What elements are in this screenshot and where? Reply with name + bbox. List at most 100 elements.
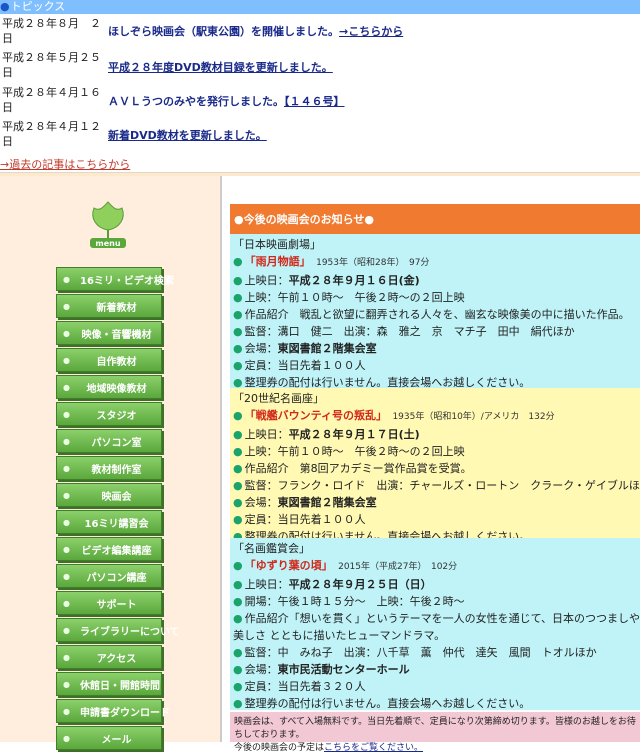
nav-button-label: 16ミリ・ビデオ検索 <box>79 275 174 287</box>
news-date: 平成２８年５月２５日 <box>2 51 101 79</box>
nav-button-label: スタジオ <box>96 410 137 422</box>
nav-button-label: 新着教材 <box>96 302 137 314</box>
date-label: 上映日： <box>244 578 289 591</box>
bullet-icon: ● <box>364 212 374 226</box>
info-line: 上映：午前１０時～ 午後２時～の２回上映 <box>244 445 465 458</box>
bullet-icon: ● <box>63 625 70 635</box>
ginkgo-leaf-icon: menu <box>90 201 126 248</box>
bullet-icon: ● <box>233 274 243 287</box>
info-line: 監督：中 みね子 出演：八千草 薫 仲代 達矢 風間 トオルほか <box>244 646 597 659</box>
nav-button[interactable]: ● 映画会 <box>56 483 162 507</box>
news-title[interactable]: 新着DVD教材を更新しました。 <box>108 129 267 142</box>
news-title: ＡＶＬうつのみやを発行しました。 <box>108 95 284 108</box>
capacity: 定員：当日先着３２０人 <box>244 680 366 693</box>
venue: 東市民活動センターホール <box>277 663 410 676</box>
bullet-icon: ● <box>63 598 70 608</box>
nav-button-label: 映像・音響機材 <box>81 329 152 341</box>
screening-block: 「日本映画劇場」 ● 「雨月物語」 1953年（昭和28年） 97分 ● 上映日：平… <box>230 234 640 389</box>
bullet-icon: ● <box>233 496 243 509</box>
screening-date: 平成２８年９月１６日(金) <box>288 274 420 287</box>
bullet-icon: ● <box>233 428 243 441</box>
nav-button-label: アクセス <box>96 653 137 665</box>
film-meta: 1935年（昭和10年）/アメリカ 132分 <box>392 412 555 422</box>
nav-button[interactable]: ● パソコン室 <box>56 429 162 453</box>
nav-button[interactable]: ● ビデオ編集講座 <box>56 537 162 561</box>
venue: 東図書館２階集会室 <box>277 496 377 509</box>
menu-logo: menu <box>86 200 130 250</box>
nav-button[interactable]: ● 映像・音響機材 <box>56 321 162 345</box>
film-title: 「ゆずり葉の頃」 <box>244 559 328 572</box>
bullet-icon: ● <box>233 663 243 676</box>
bullet-icon: ● <box>233 409 243 422</box>
bullet-icon: ● <box>233 255 243 268</box>
bullet-icon: ● <box>63 409 70 419</box>
series-name: 「日本映画劇場」 <box>233 238 321 251</box>
bullet-icon: ● <box>233 291 243 304</box>
nav-button[interactable]: ● 16ミリ・ビデオ検索 <box>56 267 174 291</box>
bullet-icon: ● <box>63 274 70 284</box>
bullet-icon: ● <box>63 301 70 311</box>
screening-block: 「名画鑑賞会」 ● 「ゆずり葉の頃」 2015年（平成27年） 102分 ● 上映日… <box>230 538 640 710</box>
bullet-icon: ● <box>63 328 70 338</box>
news-title[interactable]: 平成２８年度DVD教材目録を更新しました。 <box>108 61 333 74</box>
bullet-icon: ● <box>63 679 70 689</box>
info-line: 作品紹介 第8回アカデミー賞作品賞を受賞。 <box>244 462 472 475</box>
bullet-icon: ● <box>233 578 243 591</box>
nav-button[interactable]: ● 地域映像教材 <box>56 375 162 399</box>
nav-button[interactable]: ● ライブラリーについて <box>56 618 180 642</box>
nav-button[interactable]: ● メール <box>56 726 162 750</box>
nav-button-label: メール <box>101 734 132 746</box>
nav-button[interactable]: ● 休館日・開館時間 <box>56 672 162 696</box>
schedule-link[interactable]: こちらをご覧ください。 <box>324 743 423 753</box>
nav-button-label: 教材制作室 <box>91 464 142 476</box>
ticket-info: 整理券の配付は行いません。直接会場へお越しください。 <box>244 697 531 710</box>
bullet-icon: ● <box>233 595 243 608</box>
bullet-icon: ● <box>0 0 10 13</box>
nav-button[interactable]: ● 教材制作室 <box>56 456 162 480</box>
nav-button[interactable]: ● スタジオ <box>56 402 162 426</box>
nav-button[interactable]: ● パソコン講座 <box>56 564 162 588</box>
news-date: 平成２８年４月１２日 <box>2 120 101 148</box>
bullet-icon: ● <box>233 359 243 372</box>
info-line: 監督：フランク・ロイド 出演：チャールズ・ロートン クラーク・ゲイブルほか <box>244 479 640 492</box>
nav-button-label: 16ミリ講習会 <box>84 518 149 530</box>
news-item: ＡＶＬうつのみやを発行しました。【１４６号】 <box>108 94 345 109</box>
bullet-icon: ● <box>233 479 243 492</box>
news-link[interactable]: 【１４６号】 <box>284 95 345 108</box>
film-title: 「戦艦バウンティ号の叛乱」 <box>244 409 382 422</box>
film-title: 「雨月物語」 <box>244 255 306 268</box>
nav-button[interactable]: ● 新着教材 <box>56 294 162 318</box>
info-line: 美しさ とともに描いたヒューマンドラマ。 <box>233 629 446 642</box>
bullet-icon: ● <box>233 342 243 355</box>
capacity: 定員：当日先着１００人 <box>244 359 366 372</box>
nav-button-label: 映画会 <box>101 491 132 503</box>
bullet-icon: ● <box>63 706 70 716</box>
bullet-icon: ● <box>233 325 243 338</box>
nav-button[interactable]: ● 16ミリ講習会 <box>56 510 162 534</box>
bullet-icon: ● <box>63 652 70 662</box>
news-item: 平成２８年度DVD教材目録を更新しました。 <box>108 60 333 75</box>
nav-button-label: パソコン室 <box>91 437 142 449</box>
info-line: 監督：溝口 健二 出演：森 雅之 京 マチ子 田中 絹代ほか <box>244 325 575 338</box>
series-name: 「20世紀名画座」 <box>233 392 324 405</box>
nav-button[interactable]: ● 申請書ダウンロード <box>56 699 170 723</box>
bullet-icon: ● <box>63 382 70 392</box>
info-line: 作品紹介 戦乱と欲望に翻弄される人々を、幽玄な映像美の中に描いた作品。 <box>244 308 630 321</box>
news-link[interactable]: →こちらから <box>339 25 403 38</box>
past-articles-link[interactable]: →過去の記事はこちらから <box>0 156 130 172</box>
capacity: 定員：当日先着１００人 <box>244 513 366 526</box>
series-name: 「名画鑑賞会」 <box>233 542 310 555</box>
main-content: ● 今後の映画会のお知らせ ● 「日本映画劇場」 ● 「雨月物語」 1953年（昭和2… <box>226 204 640 753</box>
nav-button-label: ライブラリーについて <box>79 626 180 638</box>
nav-button[interactable]: ● 自作教材 <box>56 348 162 372</box>
bullet-icon: ● <box>233 697 243 710</box>
bullet-icon: ● <box>233 559 243 572</box>
bullet-icon: ● <box>233 462 243 475</box>
news-date: 平成２８年４月１６日 <box>2 86 101 114</box>
nav-button[interactable]: ● アクセス <box>56 645 162 669</box>
info-line: 上映：午前１０時～ 午後２時～の２回上映 <box>244 291 465 304</box>
nav-button-label: 地域映像教材 <box>86 383 147 395</box>
nav-button[interactable]: ● サポート <box>56 591 162 615</box>
notice-text: 今後の映画会の予定は <box>234 743 325 753</box>
date-label: 上映日： <box>244 428 289 441</box>
